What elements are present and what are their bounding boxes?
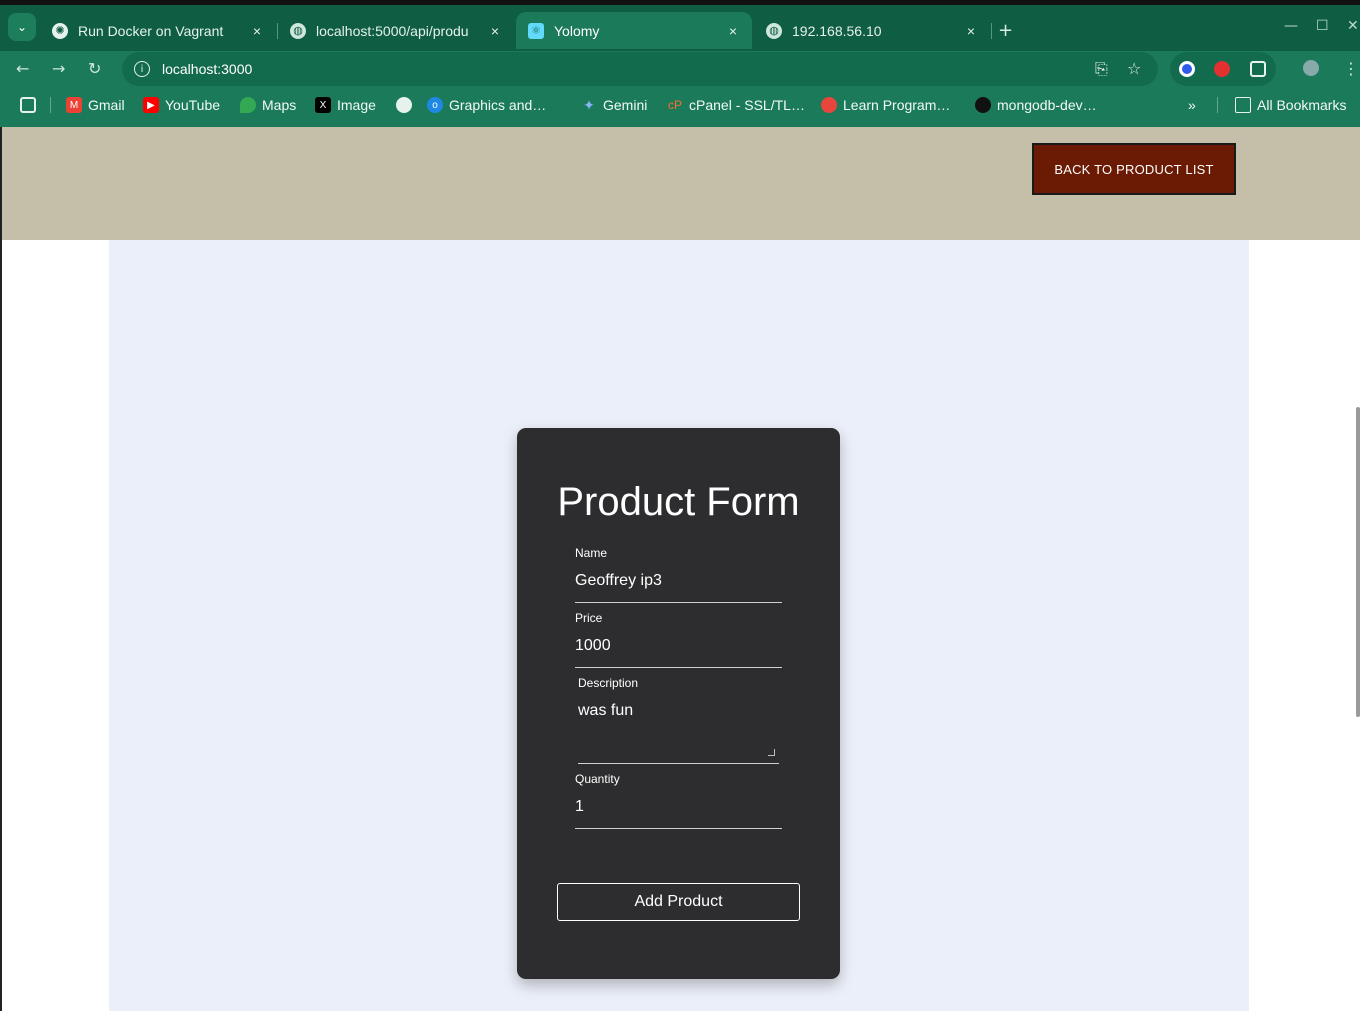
install-app-icon[interactable]: ⎘ [1095, 59, 1108, 79]
menu-icon[interactable]: ⋮ [1343, 59, 1359, 78]
tab-title: 192.168.56.10 [792, 22, 882, 39]
openai-icon: ✺ [52, 22, 68, 39]
add-product-button[interactable]: Add Product [557, 883, 800, 921]
tab-title: localhost:5000/api/produ [316, 22, 469, 39]
new-tab-icon[interactable]: + [998, 20, 1013, 41]
cpanel-icon: cP [667, 98, 682, 112]
bookmark-image[interactable]: X Image [315, 97, 376, 113]
name-field[interactable]: Name Geoffrey ip3 [575, 546, 782, 603]
tab-localhost-api[interactable]: ◍ localhost:5000/api/produ × [278, 12, 514, 49]
url-text: localhost:3000 [162, 61, 253, 77]
close-icon[interactable]: × [248, 22, 266, 40]
field-label: Name [575, 546, 608, 560]
form-title: Product Form [557, 480, 800, 524]
react-icon: ⚛ [528, 22, 544, 39]
extension-icon[interactable] [1179, 61, 1195, 77]
site-info-icon[interactable]: i [134, 61, 150, 77]
bookmark-gmail[interactable]: M Gmail [66, 97, 125, 113]
gmail-icon: M [66, 97, 82, 113]
bookmark-star-icon[interactable]: ☆ [1127, 59, 1141, 78]
x-icon: X [315, 97, 331, 113]
field-label: Description [578, 676, 639, 690]
quantity-input[interactable]: 1 [575, 798, 782, 820]
browser-chrome: ⌄ ✺ Run Docker on Vagrant × ◍ localhost:… [0, 0, 1360, 127]
bookmark-learn-programming[interactable]: Learn Program… [821, 97, 950, 113]
field-underline [575, 828, 782, 829]
puzzle-icon[interactable] [1250, 61, 1266, 77]
field-label: Quantity [575, 772, 620, 786]
tab-strip: ⌄ ✺ Run Docker on Vagrant × ◍ localhost:… [0, 0, 1360, 51]
tab-yolomy[interactable]: ⚛ Yolomy × [516, 12, 752, 49]
field-underline [578, 763, 779, 764]
price-input[interactable]: 1000 [575, 637, 782, 659]
page-viewport: BACK TO PRODUCT LIST Product Form Name G… [0, 127, 1360, 1011]
avatar[interactable] [1303, 60, 1319, 76]
globe-icon: ◍ [766, 22, 782, 39]
minimize-icon[interactable]: — [1284, 18, 1298, 34]
field-underline [575, 602, 782, 603]
back-to-product-list-button[interactable]: BACK TO PRODUCT LIST [1032, 143, 1236, 195]
bookmark-maps[interactable]: Maps [240, 97, 296, 113]
tab-title: Run Docker on Vagrant [78, 22, 224, 39]
price-field[interactable]: Price 1000 [575, 611, 782, 668]
product-form-card: Product Form Name Geoffrey ip3 Price 100… [517, 428, 840, 979]
learn-icon [821, 97, 837, 113]
orm-icon: o [427, 97, 443, 113]
close-icon[interactable]: × [724, 22, 742, 40]
field-label: Price [575, 611, 603, 625]
globe-icon: ◍ [290, 22, 306, 39]
close-icon[interactable]: × [962, 22, 980, 40]
window-close-icon[interactable]: ✕ [1347, 18, 1359, 34]
bookmark-youtube[interactable]: ▶ YouTube [143, 97, 220, 113]
description-field[interactable]: Description was fun [578, 676, 779, 764]
bookmark-cpanel[interactable]: cP cPanel - SSL/TL… [667, 97, 805, 113]
description-textarea[interactable]: was fun [578, 702, 779, 724]
scrollbar[interactable] [1356, 407, 1360, 717]
apps-icon[interactable] [20, 97, 42, 113]
maximize-icon[interactable]: ☐ [1316, 18, 1329, 34]
header-band: BACK TO PRODUCT LIST [2, 127, 1360, 240]
globe-icon[interactable] [396, 97, 418, 113]
bookmark-graphics[interactable]: o Graphics and… [427, 97, 546, 113]
adblock-icon[interactable] [1214, 61, 1230, 77]
resize-handle-icon[interactable] [768, 749, 775, 756]
gemini-icon: ✦ [583, 96, 595, 113]
extensions-group [1170, 52, 1276, 86]
back-arrow-icon[interactable]: ← [16, 59, 29, 78]
field-underline [575, 667, 782, 668]
forward-arrow-icon[interactable]: → [52, 59, 65, 78]
bookmarks-bar: M Gmail ▶ YouTube Maps X Image o Graphic… [0, 87, 1360, 127]
bookmark-mongodb-dev[interactable]: mongodb-dev… [975, 97, 1097, 113]
all-bookmarks[interactable]: All Bookmarks [1235, 97, 1346, 113]
tab-192-168-56-10[interactable]: ◍ 192.168.56.10 × [754, 12, 990, 49]
youtube-icon: ▶ [143, 97, 159, 113]
address-bar[interactable]: i localhost:3000 ⎘ ☆ [122, 52, 1158, 86]
quantity-field[interactable]: Quantity 1 [575, 772, 782, 829]
folder-icon [1235, 97, 1251, 113]
reload-icon[interactable]: ↻ [88, 59, 101, 78]
close-icon[interactable]: × [486, 22, 504, 40]
bookmark-gemini[interactable]: ✦ Gemini [581, 96, 647, 114]
github-icon [975, 97, 991, 113]
name-input[interactable]: Geoffrey ip3 [575, 572, 782, 594]
tab-search-icon[interactable]: ⌄ [8, 13, 36, 41]
browser-toolbar: ← → ↻ i localhost:3000 ⎘ ☆ ⋮ [0, 51, 1360, 87]
maps-icon [240, 97, 256, 113]
tab-run-docker[interactable]: ✺ Run Docker on Vagrant × [40, 12, 276, 49]
more-bookmarks-icon[interactable]: » [1188, 97, 1196, 113]
tab-title: Yolomy [554, 22, 600, 39]
